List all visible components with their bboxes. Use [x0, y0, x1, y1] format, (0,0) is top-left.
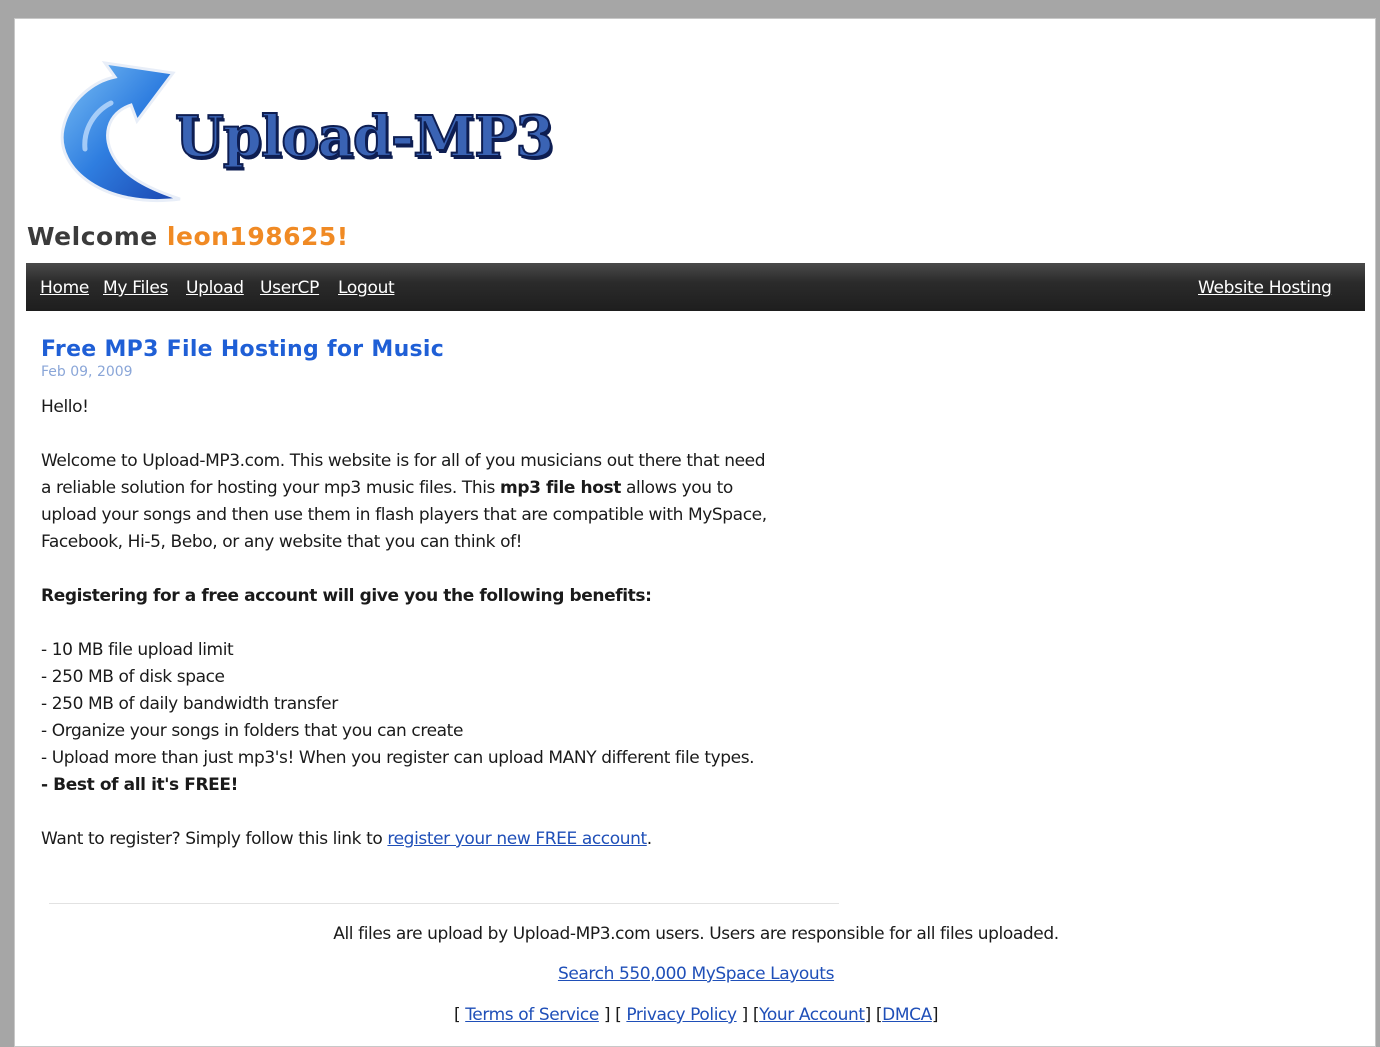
benefit-item-final: - Best of all it's FREE! — [41, 775, 238, 795]
register-prompt-suffix: . — [646, 829, 652, 849]
nav-link-website-hosting[interactable]: Website Hosting — [1198, 278, 1332, 298]
intro-text: allows you to — [620, 478, 733, 498]
welcome-message: Welcome leon198625! — [27, 222, 349, 251]
nav-link-usercp[interactable]: UserCP — [260, 278, 319, 298]
privacy-policy-link[interactable]: Privacy Policy — [626, 1005, 737, 1025]
intro-bold-keyword: mp3 file host — [500, 478, 621, 498]
site-logo[interactable]: Upload-MP3 — [45, 59, 585, 209]
search-myspace-layouts-link[interactable]: Search 550,000 MySpace Layouts — [558, 964, 835, 984]
page-footer: All files are upload by Upload-MP3.com u… — [15, 924, 1377, 1025]
intro-line: a reliable solution for hosting your mp3… — [41, 475, 841, 502]
article-greeting: Hello! — [41, 397, 89, 417]
bracket: ] [ — [736, 1005, 760, 1025]
intro-line: Facebook, Hi-5, Bebo, or any website tha… — [41, 532, 523, 552]
logo-wordmark: Upload-MP3 — [174, 104, 555, 170]
terms-of-service-link[interactable]: Terms of Service — [465, 1005, 599, 1025]
page: Upload-MP3 Welcome leon198625! Home My F… — [14, 18, 1376, 1047]
nav-link-upload[interactable]: Upload — [186, 278, 244, 298]
benefit-item: - 250 MB of disk space — [41, 667, 225, 687]
content-divider — [49, 903, 839, 904]
bracket: [ — [453, 1005, 466, 1025]
your-account-link[interactable]: Your Account — [759, 1005, 865, 1025]
bracket: ] — [931, 1005, 939, 1025]
benefit-item: - 250 MB of daily bandwidth transfer — [41, 694, 338, 714]
nav-link-home[interactable]: Home — [40, 278, 89, 298]
welcome-prefix: Welcome — [27, 222, 167, 251]
article-date: Feb 09, 2009 — [41, 364, 133, 380]
footer-links: [ Terms of Service ] [ Privacy Policy ] … — [15, 1005, 1377, 1025]
benefits-heading-text: Registering for a free account will give… — [41, 586, 652, 606]
curved-arrow-logo-icon — [60, 61, 181, 202]
benefits-heading: Registering for a free account will give… — [41, 583, 841, 610]
intro-text: a reliable solution for hosting your mp3… — [41, 478, 500, 498]
bracket: ] [ — [864, 1005, 883, 1025]
news-article: Free MP3 File Hosting for Music Feb 09, … — [41, 337, 841, 880]
footer-disclaimer: All files are upload by Upload-MP3.com u… — [333, 924, 1059, 944]
welcome-username: leon198625! — [166, 222, 349, 251]
register-prompt-text: Want to register? Simply follow this lin… — [41, 829, 388, 849]
benefit-item: - Upload more than just mp3's! When you … — [41, 748, 755, 768]
nav-link-my-files[interactable]: My Files — [103, 278, 168, 298]
article-intro: Welcome to Upload-MP3.com. This website … — [41, 448, 841, 556]
main-navigation-bar: Home My Files Upload UserCP Logout Websi… — [26, 263, 1365, 311]
intro-line: upload your songs and then use them in f… — [41, 505, 767, 525]
benefit-item: - 10 MB file upload limit — [41, 640, 234, 660]
intro-line: Welcome to Upload-MP3.com. This website … — [41, 451, 766, 471]
bracket: ] [ — [598, 1005, 627, 1025]
nav-link-logout[interactable]: Logout — [338, 278, 395, 298]
benefits-list: - 10 MB file upload limit - 250 MB of di… — [41, 637, 841, 799]
register-prompt: Want to register? Simply follow this lin… — [41, 826, 841, 853]
dmca-link[interactable]: DMCA — [882, 1005, 932, 1025]
article-title: Free MP3 File Hosting for Music — [41, 337, 445, 362]
register-account-link[interactable]: register your new FREE account — [387, 829, 647, 849]
article-body: Hello! Welcome to Upload-MP3.com. This w… — [41, 394, 841, 853]
benefit-item: - Organize your songs in folders that yo… — [41, 721, 463, 741]
